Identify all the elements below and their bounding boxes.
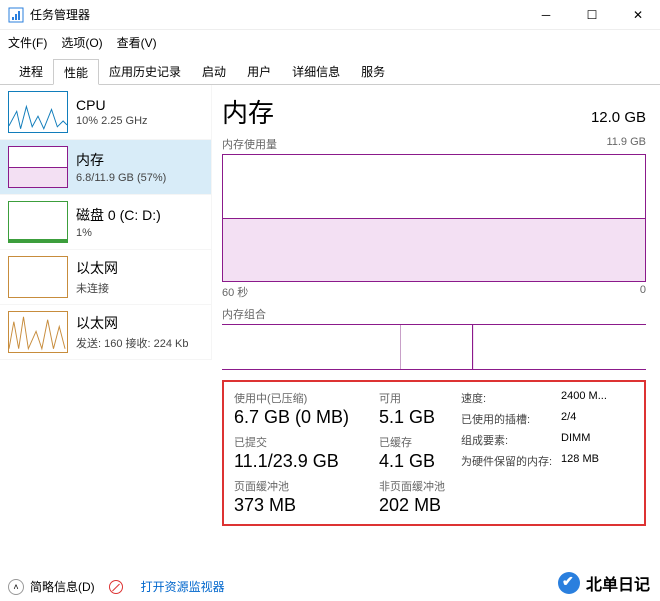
sidebar-memory-sub: 6.8/11.9 GB (57%) [76, 172, 166, 184]
sidebar: CPU 10% 2.25 GHz 内存 6.8/11.9 GB (57%) 磁盘… [0, 85, 212, 575]
sidebar-eth1-title: 以太网 [76, 258, 118, 278]
open-resmon-link[interactable]: 打开资源监视器 [141, 578, 225, 595]
memory-usage-graph [222, 154, 646, 282]
stat-available-label: 可用 [379, 390, 445, 406]
tab-users[interactable]: 用户 [236, 58, 282, 84]
menu-file[interactable]: 文件(F) [8, 34, 47, 51]
tab-performance[interactable]: 性能 [53, 59, 99, 85]
sidebar-eth2-title: 以太网 [76, 313, 189, 333]
window-title: 任务管理器 [30, 6, 532, 23]
tab-app-history[interactable]: 应用历史记录 [98, 58, 192, 84]
stat-nonpaged-value: 202 MB [379, 495, 445, 516]
memory-spec: 速度:2400 M... 已使用的插槽:2/4 组成要素:DIMM 为硬件保留的… [461, 390, 607, 516]
main-panel: 内存 12.0 GB 内存使用量 11.9 GB 60 秒 0 内存组合 使用中… [212, 85, 660, 575]
sidebar-cpu-title: CPU [76, 97, 148, 113]
sidebar-eth1-sub: 未连接 [76, 280, 118, 296]
app-icon [8, 7, 24, 23]
tab-processes[interactable]: 进程 [8, 58, 54, 84]
memory-capacity: 12.0 GB [591, 109, 646, 126]
cpu-thumb [8, 91, 68, 133]
sidebar-disk-sub: 1% [76, 227, 161, 239]
sidebar-item-disk[interactable]: 磁盘 0 (C: D:) 1% [0, 195, 212, 250]
menubar: 文件(F) 选项(O) 查看(V) [0, 30, 660, 54]
stat-pagedpool-label: 页面缓冲池 [234, 478, 349, 494]
page-title: 内存 [222, 93, 274, 130]
stats-col-1: 使用中(已压缩)6.7 GB (0 MB) 已提交11.1/23.9 GB 页面… [234, 390, 349, 516]
sidebar-memory-title: 内存 [76, 150, 166, 170]
watermark-logo-icon [558, 572, 580, 594]
sidebar-item-memory[interactable]: 内存 6.8/11.9 GB (57%) [0, 140, 212, 195]
tab-bar: 进程 性能 应用历史记录 启动 用户 详细信息 服务 [0, 54, 660, 85]
tab-details[interactable]: 详细信息 [281, 58, 351, 84]
stat-available-value: 5.1 GB [379, 407, 445, 428]
minimize-button[interactable]: ─ [532, 5, 560, 25]
disk-thumb [8, 201, 68, 243]
sidebar-item-ethernet-2[interactable]: 以太网 发送: 160 接收: 224 Kb [0, 305, 212, 360]
titlebar: 任务管理器 ─ ☐ ✕ [0, 0, 660, 30]
usage-graph-max: 11.9 GB [606, 136, 646, 152]
usage-graph-label: 内存使用量 [222, 136, 277, 152]
ethernet-thumb-1 [8, 256, 68, 298]
footer: ˄ 简略信息(D) 打开资源监视器 [8, 578, 652, 595]
resmon-icon [109, 580, 123, 594]
sidebar-item-ethernet-1[interactable]: 以太网 未连接 [0, 250, 212, 305]
spec-slots-v: 2/4 [561, 411, 576, 427]
memory-composition-graph [222, 324, 646, 370]
watermark-text: 北单日记 [586, 571, 650, 595]
stat-cached-value: 4.1 GB [379, 451, 445, 472]
tab-startup[interactable]: 启动 [191, 58, 237, 84]
stat-nonpaged-label: 非页面缓冲池 [379, 478, 445, 494]
menu-view[interactable]: 查看(V) [117, 34, 157, 51]
stat-committed-label: 已提交 [234, 434, 349, 450]
stats-highlight-box: 使用中(已压缩)6.7 GB (0 MB) 已提交11.1/23.9 GB 页面… [222, 380, 646, 526]
spec-reserved-v: 128 MB [561, 453, 599, 469]
spec-speed-v: 2400 M... [561, 390, 607, 406]
menu-options[interactable]: 选项(O) [61, 34, 102, 51]
spec-form-v: DIMM [561, 432, 590, 448]
stat-inuse-value: 6.7 GB (0 MB) [234, 407, 349, 428]
ethernet-thumb-2 [8, 311, 68, 353]
sidebar-disk-title: 磁盘 0 (C: D:) [76, 205, 161, 225]
watermark: 北单日记 [558, 571, 650, 595]
maximize-button[interactable]: ☐ [578, 5, 606, 25]
stats-col-2: 可用5.1 GB 已缓存4.1 GB 非页面缓冲池202 MB [379, 390, 445, 516]
stat-cached-label: 已缓存 [379, 434, 445, 450]
stat-inuse-label: 使用中(已压缩) [234, 390, 349, 406]
spec-form-k: 组成要素: [461, 432, 561, 448]
sidebar-item-cpu[interactable]: CPU 10% 2.25 GHz [0, 85, 212, 140]
graph-time-right: 0 [640, 284, 646, 300]
graph-time-left: 60 秒 [222, 284, 248, 300]
fewer-details-link[interactable]: 简略信息(D) [30, 578, 95, 595]
spec-speed-k: 速度: [461, 390, 561, 406]
chevron-up-icon[interactable]: ˄ [8, 579, 24, 595]
tab-services[interactable]: 服务 [350, 58, 396, 84]
composition-label: 内存组合 [222, 306, 646, 322]
stat-pagedpool-value: 373 MB [234, 495, 349, 516]
sidebar-eth2-sub: 发送: 160 接收: 224 Kb [76, 335, 189, 351]
sidebar-cpu-sub: 10% 2.25 GHz [76, 115, 148, 127]
memory-thumb [8, 146, 68, 188]
spec-slots-k: 已使用的插槽: [461, 411, 561, 427]
close-button[interactable]: ✕ [624, 5, 652, 25]
spec-reserved-k: 为硬件保留的内存: [461, 453, 561, 469]
stat-committed-value: 11.1/23.9 GB [234, 451, 349, 472]
